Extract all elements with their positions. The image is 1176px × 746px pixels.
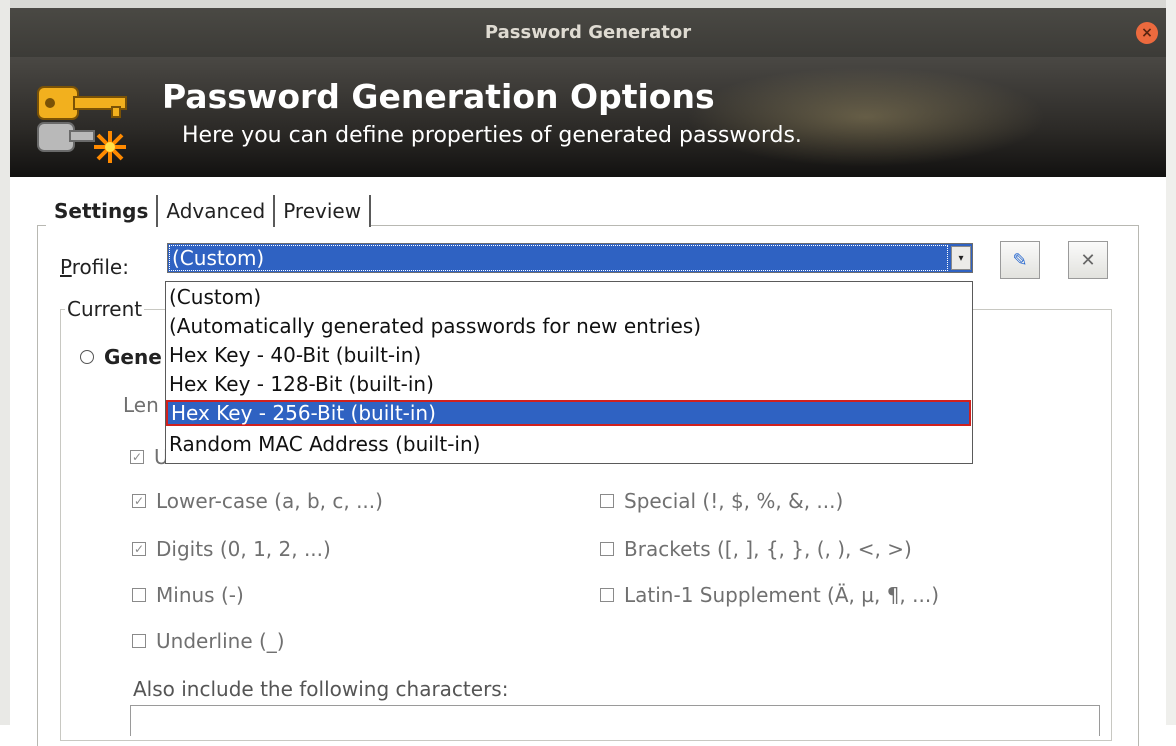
- checkbox-label: Special (!, $, %, &, ...): [624, 489, 844, 513]
- window-titlebar[interactable]: Password Generator ×: [10, 8, 1166, 57]
- tab-advanced[interactable]: Advanced: [158, 195, 276, 227]
- window-title: Password Generator: [484, 22, 692, 43]
- underline-checkbox[interactable]: Underline (_): [132, 629, 285, 653]
- checkbox[interactable]: [600, 542, 614, 556]
- checkbox[interactable]: [132, 588, 146, 602]
- checkbox[interactable]: ✓: [132, 494, 146, 508]
- checkbox-label: Minus (-): [156, 583, 244, 607]
- checkbox[interactable]: [132, 634, 146, 648]
- special-checkbox[interactable]: Special (!, $, %, &, ...): [600, 489, 843, 513]
- also-include-label: Also include the following characters:: [133, 677, 509, 701]
- digits-checkbox[interactable]: ✓ Digits (0, 1, 2, ...): [132, 537, 331, 561]
- screen-left-edge: [0, 0, 10, 725]
- dropdown-option-highlighted[interactable]: Hex Key - 256-Bit (built-in): [166, 400, 971, 426]
- tab-bar: Settings Advanced Preview: [46, 195, 372, 227]
- pencil-icon: ✎: [1012, 249, 1028, 271]
- checkbox[interactable]: [600, 494, 614, 508]
- dropdown-option[interactable]: (Automatically generated passwords for n…: [166, 313, 971, 339]
- tab-preview[interactable]: Preview: [275, 195, 372, 227]
- also-include-input[interactable]: [130, 705, 1100, 736]
- banner-title: Password Generation Options: [162, 77, 715, 116]
- dropdown-option[interactable]: Hex Key - 40-Bit (built-in): [166, 342, 971, 368]
- delete-profile-button[interactable]: ✕: [1068, 241, 1108, 279]
- checkbox-label: Lower-case (a, b, c, ...): [156, 489, 383, 513]
- banner-subtitle: Here you can define properties of genera…: [182, 123, 802, 148]
- header-banner: Password Generation Options Here you can…: [10, 57, 1166, 177]
- profile-label-text: rofile:: [71, 255, 129, 279]
- profile-dropdown-list: (Custom) (Automatically generated passwo…: [165, 281, 973, 464]
- checkbox[interactable]: ✓: [130, 450, 144, 464]
- edit-profile-button[interactable]: ✎: [1000, 241, 1040, 279]
- radio-label: Gene: [104, 345, 162, 369]
- tab-settings[interactable]: Settings: [46, 195, 159, 227]
- minus-checkbox[interactable]: Minus (-): [132, 583, 244, 607]
- dropdown-option[interactable]: Random MAC Address (built-in): [166, 431, 971, 457]
- radio-button[interactable]: [80, 350, 94, 364]
- delete-icon: ✕: [1080, 249, 1096, 271]
- checkbox[interactable]: ✓: [132, 542, 146, 556]
- brackets-checkbox[interactable]: Brackets ([, ], {, }, (, ), <, >): [600, 537, 912, 561]
- profile-combobox[interactable]: (Custom) ▾: [167, 243, 973, 273]
- generate-radio[interactable]: Gene: [80, 345, 162, 369]
- checkbox-label: Latin-1 Supplement (Ä, µ, ¶, ...): [624, 583, 940, 607]
- banner-decoration: [686, 67, 1046, 167]
- checkbox-label: Digits (0, 1, 2, ...): [156, 537, 331, 561]
- chevron-down-icon[interactable]: ▾: [951, 246, 971, 270]
- checkbox-label: Underline (_): [156, 629, 285, 653]
- close-icon[interactable]: ×: [1136, 22, 1158, 44]
- combo-focus-rect: [169, 245, 948, 271]
- dropdown-option[interactable]: (Custom): [166, 284, 971, 310]
- profile-label-mnemonic: P: [60, 255, 72, 279]
- group-label: Current: [65, 297, 145, 321]
- checkbox[interactable]: [600, 588, 614, 602]
- uppercase-checkbox[interactable]: ✓ U: [130, 445, 169, 469]
- screen-right-edge: [1166, 0, 1176, 725]
- dropdown-option[interactable]: Hex Key - 128-Bit (built-in): [166, 371, 971, 397]
- latin1-checkbox[interactable]: Latin-1 Supplement (Ä, µ, ¶, ...): [600, 583, 939, 607]
- length-label: Len: [123, 393, 159, 417]
- checkbox-label: Brackets ([, ], {, }, (, ), <, >): [624, 537, 912, 561]
- profile-label: Profile:: [60, 255, 129, 279]
- key-generator-icon: [37, 86, 127, 163]
- screen-top-edge: [0, 0, 1176, 8]
- profile-selected-value: (Custom): [172, 246, 265, 270]
- lowercase-checkbox[interactable]: ✓ Lower-case (a, b, c, ...): [132, 489, 383, 513]
